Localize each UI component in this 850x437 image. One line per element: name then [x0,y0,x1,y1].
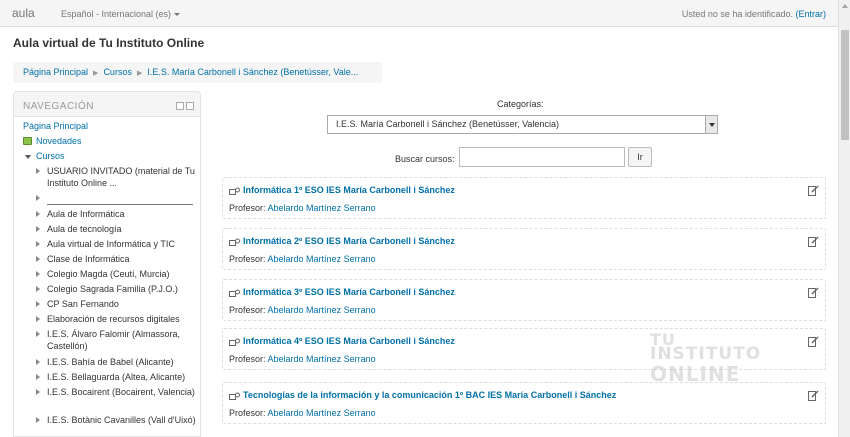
login-link[interactable]: (Entrar) [795,9,826,19]
course-title-link[interactable]: Informática 3º ESO IES María Carbonell i… [243,287,455,297]
self-enrol-icon [808,336,819,347]
tree-item-ies-bahia-babel[interactable]: I.E.S. Bahía de Babel (Alicante) [36,356,196,368]
teacher-link[interactable]: Abelardo Martínez Serrano [268,354,376,364]
scrollbar-thumb[interactable] [841,30,849,140]
search-input[interactable] [459,147,625,167]
course-teacher: Profesor: Abelardo Martínez Serrano [229,305,376,315]
guest-access-icon [229,392,240,400]
tree-item-elaboracion-recursos[interactable]: Elaboración de recursos digitales [36,313,196,325]
breadcrumb-separator-icon: ▶ [93,70,99,77]
course-item: Informática 2º ESO IES María Carbonell i… [222,228,826,270]
language-menu[interactable]: Español - Internacional (es) [61,9,181,19]
tree-item-aula-tecnologia[interactable]: Aula de tecnología [36,223,196,235]
tree-item-colegio-magda[interactable]: Colegio Magda (Ceutí, Murcia) [36,268,196,280]
guest-access-icon [229,187,240,195]
tree-item-ies-bocairent[interactable]: I.E.S. Bocairent (Bocairent, Valencia) [36,386,196,398]
login-status-text: Usted no se ha identificado. [681,9,793,19]
navigation-header: NAVEGACIÓN [14,92,200,117]
teacher-link[interactable]: Abelardo Martínez Serrano [268,203,376,213]
language-label: Español - Internacional (es) [61,9,172,19]
nav-courses-link[interactable]: Cursos [36,151,65,161]
watermark-line: ONLINE [650,362,741,386]
top-navbar: aula Español - Internacional (es) Usted … [0,0,838,27]
breadcrumb-home[interactable]: Página Principal [23,67,88,77]
page-title: Aula virtual de Tu Instituto Online [13,36,205,50]
category-selected-value: I.E.S. María Carbonell i Sánchez (Benetú… [336,119,559,129]
dropdown-arrow-icon[interactable] [705,116,717,133]
watermark-logo: TU INSTITUTO ONLINE [650,330,762,388]
expanded-caret-icon [25,155,31,159]
tree-item-ies-botanic-cavanilles[interactable]: I.E.S. Botànic Cavanilles (Vall d'Uixó) [36,414,196,426]
breadcrumb-category[interactable]: I.E.S. María Carbonell i Sánchez (Benetú… [147,67,358,77]
self-enrol-icon [808,390,819,401]
scroll-up-icon[interactable] [842,4,848,8]
tree-item-aula-virtual[interactable]: Aula virtual de Informática y TIC [36,238,196,250]
guest-access-icon [229,238,240,246]
breadcrumb-courses[interactable]: Cursos [103,67,132,77]
nav-home-link[interactable]: Página Principal [23,121,88,131]
self-enrol-icon [808,185,819,196]
course-title-link[interactable]: Informática 4º ESO IES María Carbonell i… [243,336,455,346]
navigation-title: NAVEGACIÓN [23,101,94,112]
tree-item-cp-san-fernando[interactable]: CP San Fernando [36,298,196,310]
teacher-label: Profesor: [229,254,266,264]
breadcrumb-separator-icon: ▶ [136,70,143,77]
dock-icon[interactable] [176,102,184,110]
tree-item-blank[interactable] [36,193,193,205]
course-title-link[interactable]: Tecnologías de la información y la comun… [243,390,616,400]
tree-item-usuario-invitado[interactable]: USUARIO INVITADO (material de Tu Institu… [36,165,196,189]
course-title-link[interactable]: Informática 2º ESO IES María Carbonell i… [243,236,455,246]
course-item: Informática 1º ESO IES María Carbonell i… [222,177,826,219]
teacher-label: Profesor: [229,354,266,364]
login-info: Usted no se ha identificado. (Entrar) [682,9,826,19]
teacher-link[interactable]: Abelardo Martínez Serrano [268,408,376,418]
course-item: Tecnologías de la información y la comun… [222,382,826,424]
categories-label: Categorías: [497,99,544,109]
category-select[interactable]: I.E.S. María Carbonell i Sánchez (Benetú… [327,115,718,134]
tree-item-colegio-sagrada-familia[interactable]: Colegio Sagrada Familia (P.J.O.) [36,283,196,295]
news-icon [23,137,32,145]
search-button[interactable]: Ir [628,147,652,167]
teacher-link[interactable]: Abelardo Martínez Serrano [268,254,376,264]
tree-item-clase-informatica[interactable]: Clase de Informática [36,253,196,265]
course-teacher: Profesor: Abelardo Martínez Serrano [229,254,376,264]
navigation-block: NAVEGACIÓN Página Principal Novedades Cu… [13,91,201,437]
self-enrol-icon [808,287,819,298]
teacher-link[interactable]: Abelardo Martínez Serrano [268,305,376,315]
page-scrollbar[interactable] [838,0,850,437]
guest-access-icon [229,338,240,346]
course-item: Informática 3º ESO IES María Carbonell i… [222,279,826,321]
chevron-down-icon [174,13,181,17]
watermark-line: INSTITUTO [650,344,762,364]
tree-item-aula-informatica[interactable]: Aula de Informática [36,208,196,220]
nav-news-link[interactable]: Novedades [36,136,82,146]
course-teacher: Profesor: Abelardo Martínez Serrano [229,203,376,213]
tree-item-ies-bellaguarda[interactable]: I.E.S. Bellaguarda (Altea, Alicante) [36,371,196,383]
course-title-link[interactable]: Informática 1º ESO IES María Carbonell i… [243,185,455,195]
course-teacher: Profesor: Abelardo Martínez Serrano [229,354,376,364]
search-label: Buscar cursos: [395,154,455,164]
course-teacher: Profesor: Abelardo Martínez Serrano [229,408,376,418]
brand-link[interactable]: aula [12,6,35,20]
teacher-label: Profesor: [229,203,266,213]
teacher-label: Profesor: [229,408,266,418]
guest-access-icon [229,289,240,297]
self-enrol-icon [808,236,819,247]
breadcrumb: Página Principal ▶ Cursos ▶ I.E.S. María Car… [13,62,382,83]
collapse-icon[interactable] [186,102,194,110]
teacher-label: Profesor: [229,305,266,315]
tree-item-ies-alvaro-falomir[interactable]: I.E.S. Álvaro Falomir (Almassora, Castel… [36,328,196,352]
